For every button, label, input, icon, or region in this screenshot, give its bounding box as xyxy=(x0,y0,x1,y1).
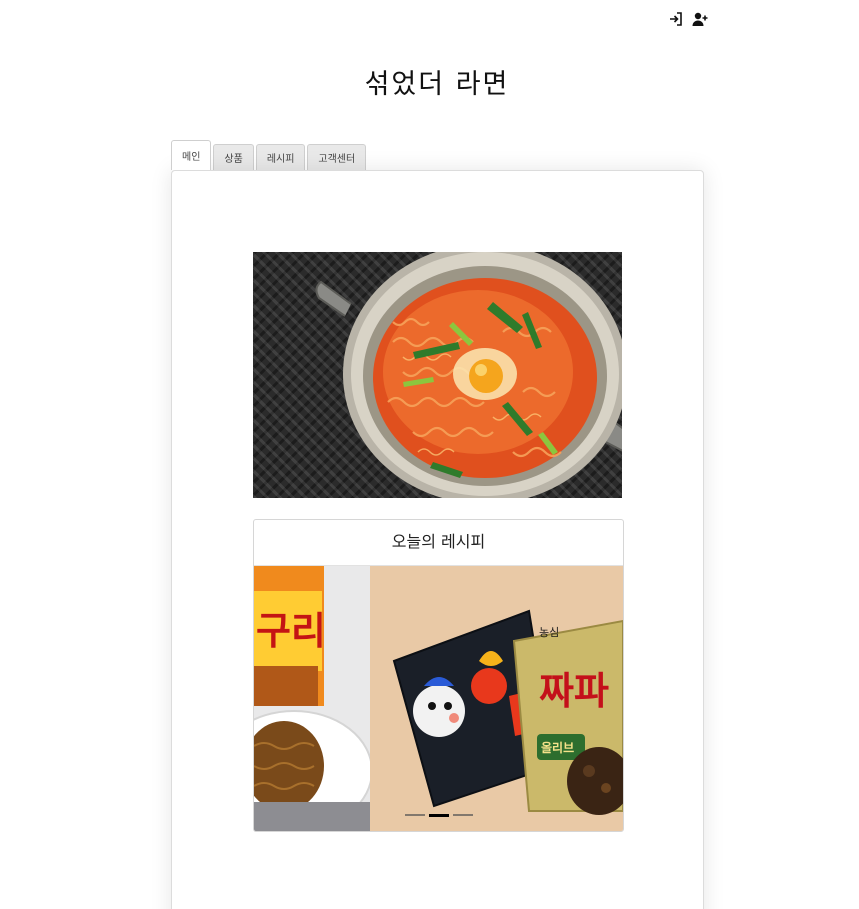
tab-recipes[interactable]: 레시피 xyxy=(255,144,306,170)
tab-label: 메인 xyxy=(182,152,201,163)
right-package-brand: 농심 xyxy=(539,626,559,639)
main-tabs: 메인 상품 레시피 고객센터 xyxy=(171,140,367,170)
ramen-hero-image xyxy=(253,252,622,498)
recipe-card-title: 오늘의 레시피 xyxy=(254,520,623,566)
user-plus-icon[interactable] xyxy=(692,11,708,27)
recipe-carousel[interactable]: 구리 농심 짜파 올리브 xyxy=(254,566,623,831)
tab-label: 고객센터 xyxy=(318,154,356,165)
left-package-text: 구리 xyxy=(256,609,326,653)
tab-products[interactable]: 상품 xyxy=(213,144,254,170)
main-panel: 오늘의 레시피 구리 농심 짜파 올리브 xyxy=(171,170,704,909)
carousel-indicator-2[interactable] xyxy=(428,814,449,817)
right-package-badge: 올리브 xyxy=(541,740,574,755)
site-title: 섞었더 라면 xyxy=(364,69,510,100)
carousel-slide-image: 구리 농심 짜파 올리브 xyxy=(254,566,623,831)
right-package-text: 짜파 xyxy=(539,669,609,713)
carousel-indicators xyxy=(254,814,623,817)
login-icon[interactable] xyxy=(668,11,684,27)
header-icons xyxy=(668,11,708,27)
todays-recipe-card: 오늘의 레시피 구리 농심 짜파 올리브 xyxy=(253,519,624,832)
tab-label: 레시피 xyxy=(266,154,295,165)
tab-customer-center[interactable]: 고객센터 xyxy=(307,144,367,170)
ramen-pot-illustration xyxy=(315,252,622,498)
page: 섞었더 라면 메인 상품 레시피 고객센터 오늘의 레시피 구리 농심 짜파 올… xyxy=(0,0,859,909)
carousel-indicator-1[interactable] xyxy=(404,814,425,816)
carousel-indicator-3[interactable] xyxy=(452,814,473,816)
tab-main[interactable]: 메인 xyxy=(171,140,212,170)
tab-label: 상품 xyxy=(224,154,243,165)
